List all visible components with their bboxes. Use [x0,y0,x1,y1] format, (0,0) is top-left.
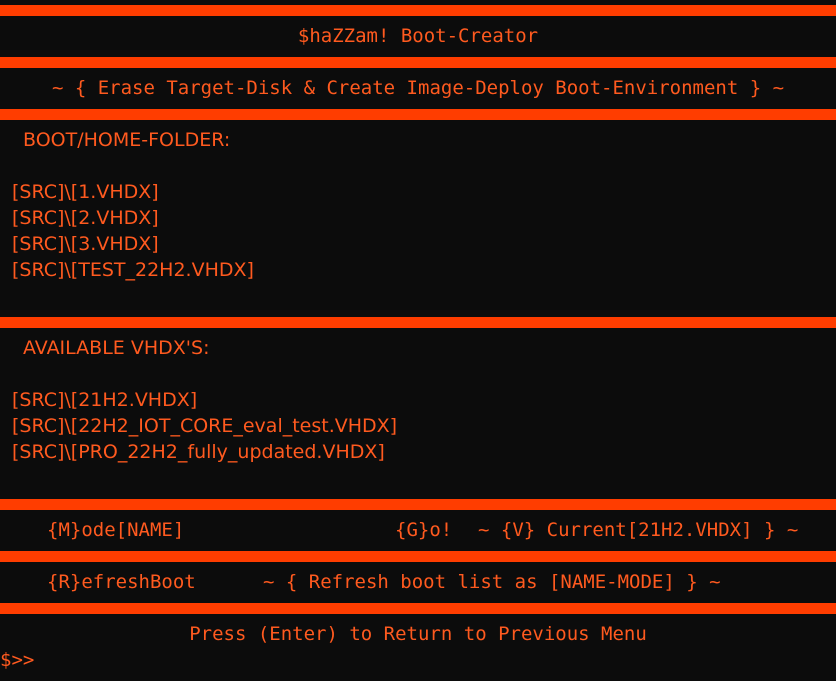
divider-bar [0,603,836,614]
divider-bar [0,499,836,510]
divider-bar [0,551,836,562]
app-title: $haZZam! Boot-Creator [297,25,539,47]
boot-list-item: [SRC]\[3.VHDX] [12,233,159,255]
shell-prompt-input[interactable]: $>> [0,648,34,672]
divider-bar [0,109,836,120]
app-subtitle: ~ { Erase Target-Disk & Create Image-Dep… [51,77,785,99]
available-list-item: [SRC]\[22H2_IOT_CORE_eval_test.VHDX] [12,415,398,437]
boot-folder-heading: BOOT/HOME-FOLDER: [23,129,231,151]
available-vhdx-heading: AVAILABLE VHDX'S: [23,337,210,359]
available-list-item: [SRC]\[21H2.VHDX] [12,389,198,411]
divider-bar [0,5,836,16]
boot-list-item: [SRC]\[2.VHDX] [12,207,159,229]
divider-bar [0,57,836,68]
boot-list-item: [SRC]\[TEST_22H2.VHDX] [12,259,254,281]
divider-bar [0,317,836,328]
terminal-window: $haZZam! Boot-Creator ~ { Erase Target-D… [0,0,836,681]
return-instruction: Press (Enter) to Return to Previous Menu [189,623,647,645]
refresh-boot-option: {R}efreshBoot [47,571,196,593]
boot-list-item: [SRC]\[1.VHDX] [12,181,159,203]
refresh-description: ~ { Refresh boot list as [NAME-MODE] } ~ [263,571,721,593]
mode-name-option: {M}ode[NAME] [47,519,185,541]
go-option: {G}o! [395,519,453,541]
available-list-item: [SRC]\[PRO_22H2_fully_updated.VHDX] [12,441,385,463]
current-vhdx-option: ~ {V} Current[21H2.VHDX] } ~ [478,519,799,541]
